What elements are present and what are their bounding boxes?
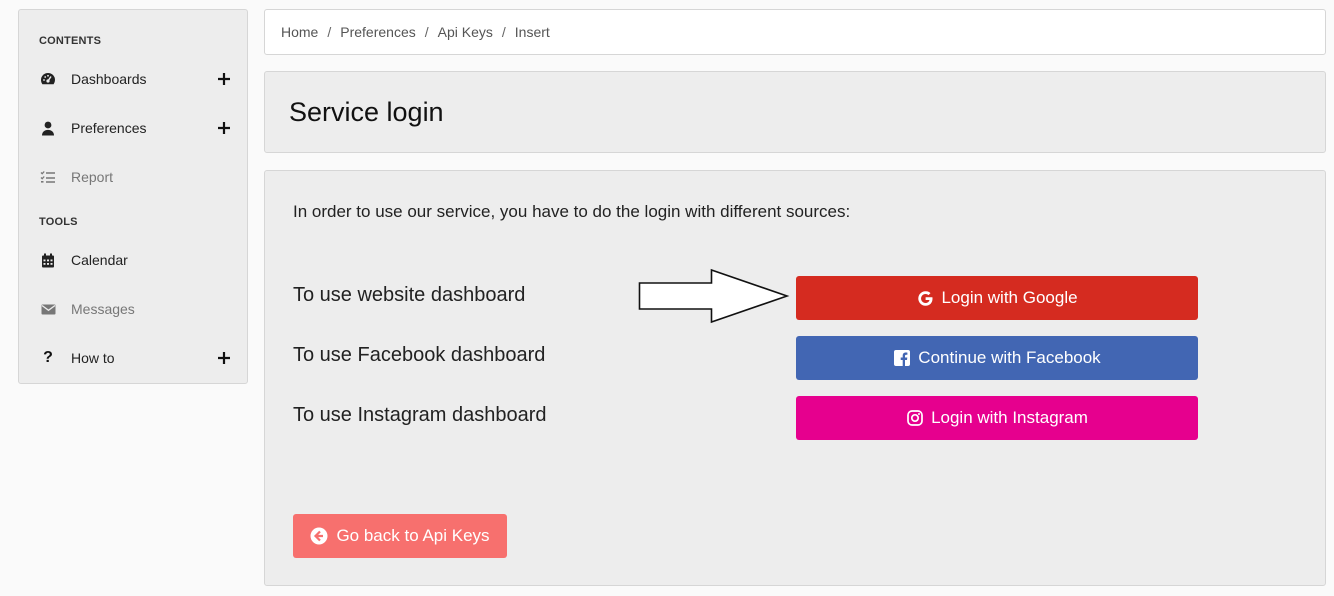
tools-heading: TOOLS — [39, 216, 78, 228]
sidebar-item-label: Messages — [71, 301, 135, 317]
sidebar-item-report[interactable]: Report — [19, 157, 249, 197]
contents-heading: CONTENTS — [39, 35, 102, 47]
sidebar-item-dashboards[interactable]: Dashboards — [19, 59, 249, 99]
google-icon — [916, 289, 934, 307]
sidebar-item-calendar[interactable]: Calendar — [19, 240, 249, 280]
arrow-left-circle-icon — [310, 527, 328, 545]
breadcrumb: Home / Preferences / Api Keys / Insert — [264, 9, 1326, 55]
question-icon: ? — [43, 349, 53, 366]
sidebar-item-label: Dashboards — [71, 71, 147, 87]
breadcrumb-separator: / — [501, 24, 506, 40]
title-card: Service login — [264, 71, 1326, 153]
user-icon — [39, 119, 57, 137]
sidebar-item-label: Preferences — [71, 120, 147, 136]
breadcrumb-separator: / — [424, 24, 429, 40]
instagram-icon — [906, 409, 924, 427]
breadcrumb-current: Insert — [514, 24, 550, 40]
login-instagram-button[interactable]: Login with Instagram — [796, 396, 1198, 440]
expand-plus-icon[interactable] — [217, 121, 231, 135]
sidebar-item-label: How to — [71, 350, 115, 366]
facebook-icon — [893, 349, 911, 367]
sidebar-item-messages[interactable]: Messages — [19, 289, 249, 329]
dashboard-icon — [39, 70, 57, 88]
calendar-icon — [39, 251, 57, 269]
list-check-icon — [39, 168, 57, 186]
sidebar-item-how-to[interactable]: ? How to — [19, 338, 249, 378]
page-title: Service login — [289, 97, 444, 127]
go-back-button[interactable]: Go back to Api Keys — [293, 514, 507, 558]
breadcrumb-home[interactable]: Home — [281, 24, 318, 40]
sidebar-item-preferences[interactable]: Preferences — [19, 108, 249, 148]
go-back-label: Go back to Api Keys — [336, 526, 490, 545]
website-dashboard-label: To use website dashboard — [293, 284, 526, 306]
continue-facebook-label: Continue with Facebook — [918, 348, 1101, 367]
sidebar-item-label: Report — [71, 169, 114, 185]
instagram-dashboard-label: To use Instagram dashboard — [293, 404, 547, 426]
breadcrumb-preferences[interactable]: Preferences — [340, 24, 415, 40]
breadcrumb-api-keys[interactable]: Api Keys — [438, 24, 493, 40]
facebook-dashboard-label: To use Facebook dashboard — [293, 344, 546, 366]
right-arrow-icon — [638, 268, 790, 324]
breadcrumb-separator: / — [327, 24, 332, 40]
continue-facebook-button[interactable]: Continue with Facebook — [796, 336, 1198, 380]
sidebar-item-label: Calendar — [71, 252, 128, 268]
intro-text: In order to use our service, you have to… — [293, 202, 851, 221]
login-google-label: Login with Google — [941, 288, 1078, 307]
expand-plus-icon[interactable] — [217, 72, 231, 86]
login-instagram-label: Login with Instagram — [931, 408, 1088, 427]
sidebar: CONTENTS Dashboards Preferences Report T… — [18, 9, 248, 384]
login-google-button[interactable]: Login with Google — [796, 276, 1198, 320]
login-card: In order to use our service, you have to… — [264, 170, 1326, 586]
envelope-icon — [39, 300, 57, 318]
expand-plus-icon[interactable] — [217, 351, 231, 365]
